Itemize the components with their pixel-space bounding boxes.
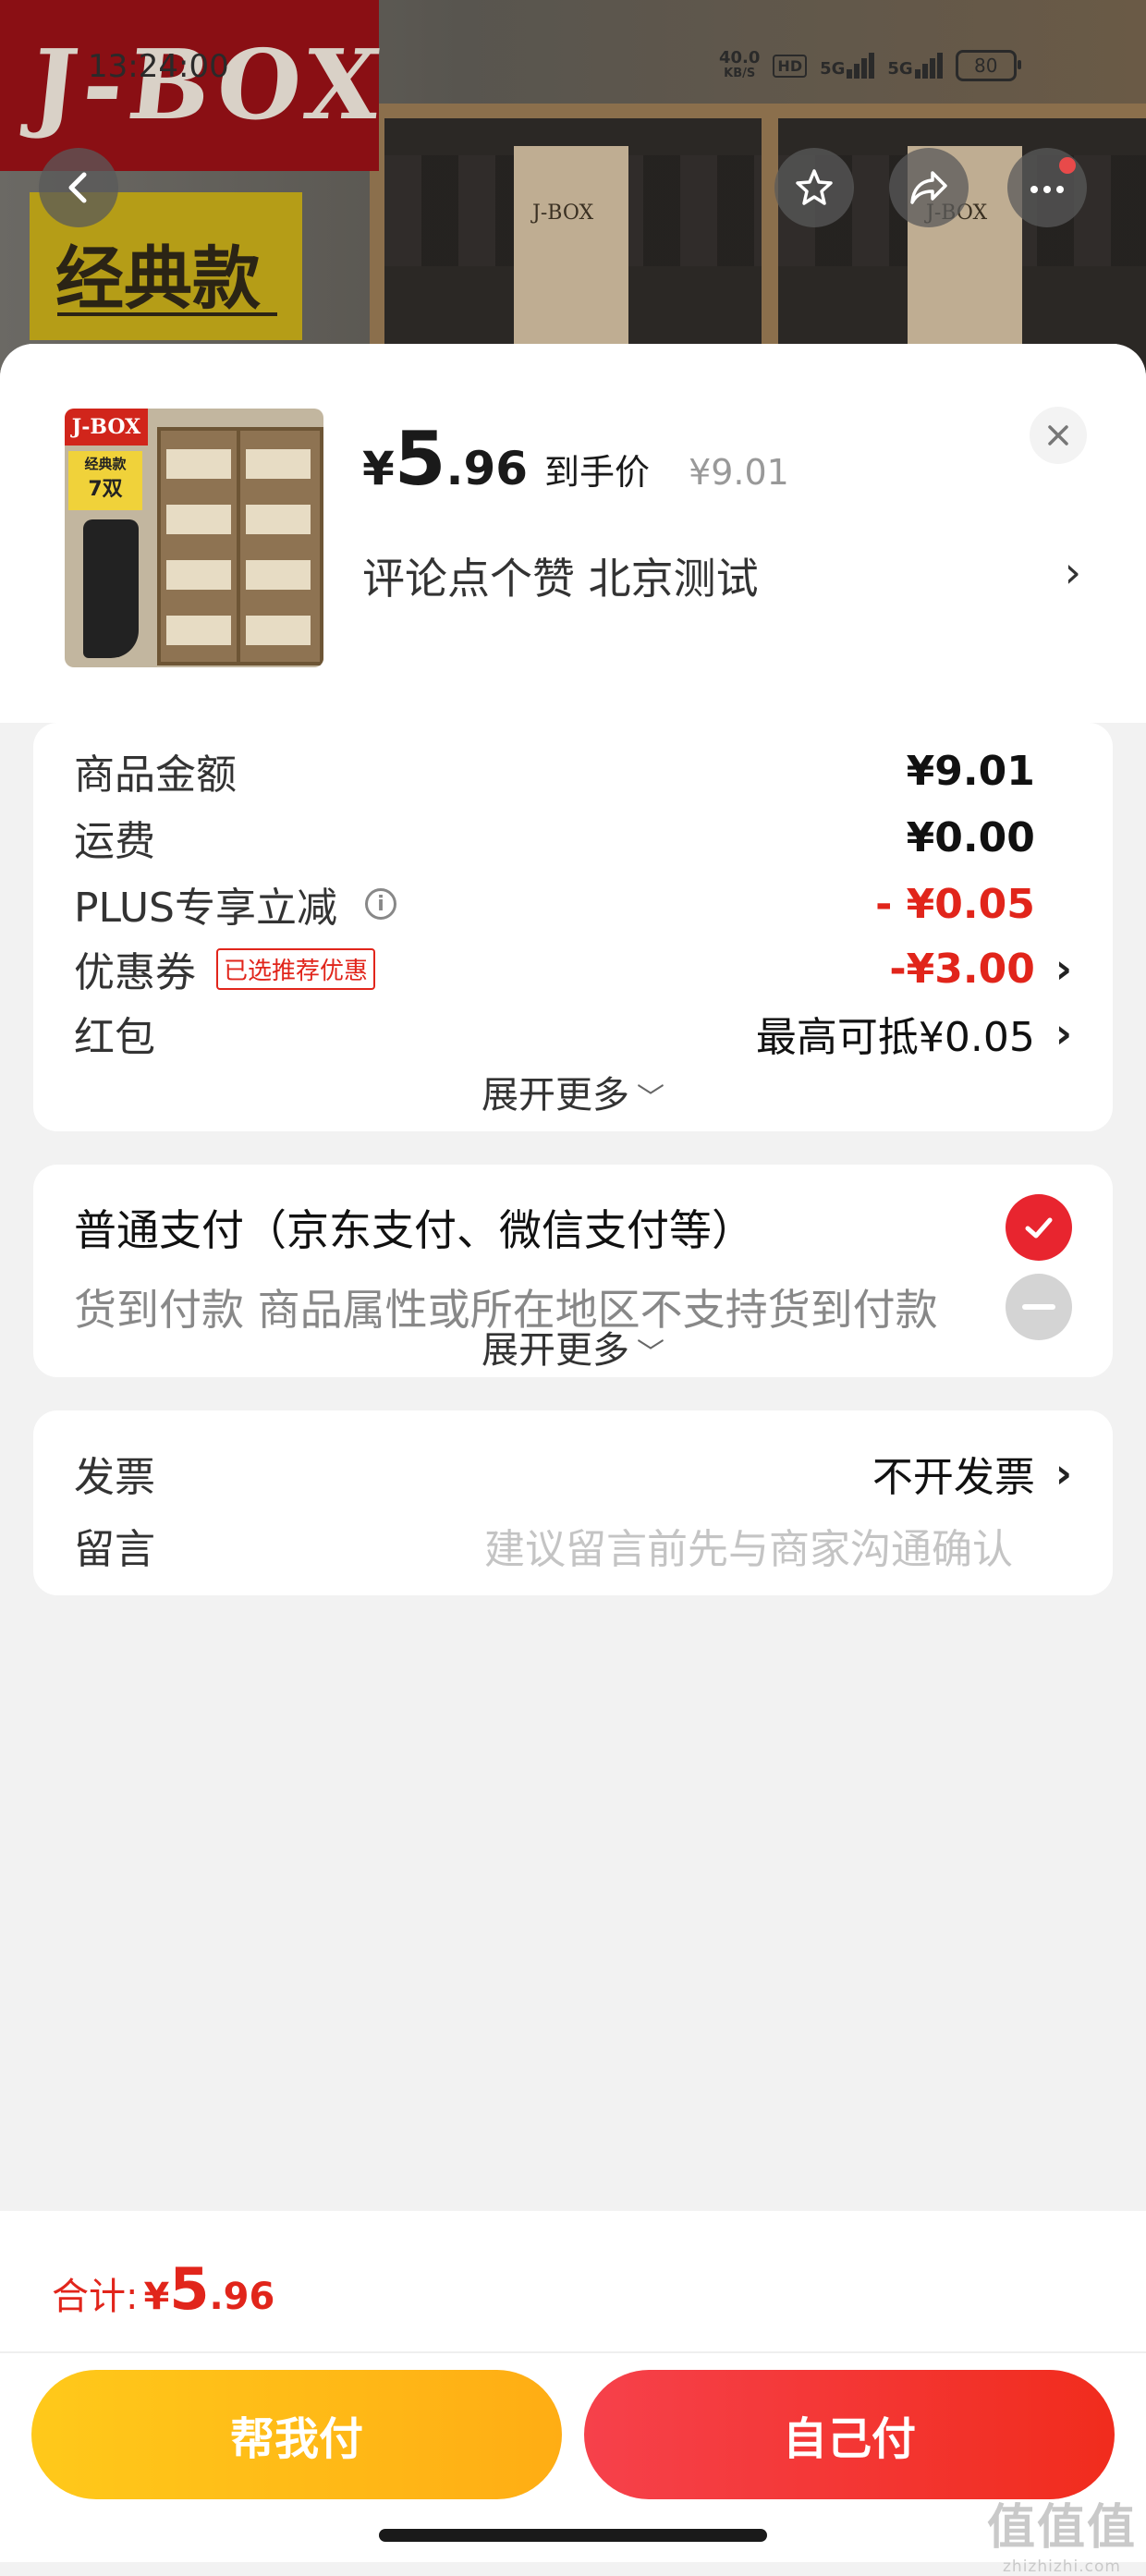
divider [0,2351,1146,2353]
cost-row-red-packet[interactable]: 红包 最高可抵¥0.05 › [74,1006,1072,1062]
total-label: 合计: [52,2276,139,2318]
invoice-row[interactable]: 发票 不开发票 › [74,1446,1072,1502]
thumb-tag: 经典款 7双 [68,451,142,510]
info-icon[interactable]: i [365,888,396,920]
order-total: 合计: ¥ 5 .96 [52,2255,275,2323]
status-time: 13:24:00 [88,48,229,85]
final-price-label: 到手价 [544,452,651,493]
star-icon[interactable] [774,148,854,227]
cost-row-shipping: 运费 ¥0.00 › [74,813,1035,866]
message-input[interactable]: 建议留言前先与商家沟通确认 [484,1516,1013,1575]
cost-breakdown-card: 商品金额 ¥9.01 › 运费 ¥0.00 › PLUS专享立减i - ¥0.0… [33,723,1113,1131]
checkmark-icon[interactable] [1006,1194,1072,1261]
watermark: 值值值 zhizhizhi.com [986,2500,1137,2576]
help-me-pay-button[interactable]: 帮我付 [31,2370,562,2499]
chevron-down-icon: ﹀ [637,1082,664,1115]
hd-icon: HD [773,54,808,78]
back-arrow-icon[interactable] [39,148,118,227]
background-product-page: J-BOX 经典款 13:24:00 40.0 KB/S HD 5G 5G 80 [0,0,1146,388]
cost-row-plus-discount: PLUS专享立减i - ¥0.05 › [74,880,1035,933]
original-price: ¥9.01 [689,452,789,493]
price-line: ¥ 5 .96 到手价 ¥9.01 [362,416,789,502]
product-header: J-BOX 经典款 7双 ¥ 5 .96 到手价 ¥9.01 评论点个赞 北京测… [0,344,1146,723]
payment-option-online[interactable]: 普通支付（京东支付、微信支付等） [74,1190,1072,1264]
more-icon[interactable] [1007,148,1087,227]
close-icon[interactable] [1030,407,1087,464]
message-row[interactable]: 留言 建议留言前先与商家沟通确认 [74,1518,1072,1573]
expand-more-button[interactable]: 展开更多 ﹀ [33,1065,1113,1118]
price-integer: 5 [394,416,446,502]
signal-icon: 5G [887,53,943,79]
pay-myself-button[interactable]: 自己付 [584,2370,1115,2499]
chevron-right-icon[interactable]: › [1055,946,1072,993]
cost-row-coupon[interactable]: 优惠券 已选推荐优惠 -¥3.00 › [74,941,1072,997]
status-icons: 40.0 KB/S HD 5G 5G 80 [719,43,1021,89]
home-indicator[interactable] [379,2529,767,2542]
notification-dot [1059,157,1076,174]
bottom-action-bar: 合计: ¥ 5 .96 帮我付 自己付 值值值 zhizhizhi.com [0,2211,1146,2576]
network-speed: 40.0 KB/S [719,48,761,81]
product-thumbnail: J-BOX 经典款 7双 [65,409,323,667]
chevron-down-icon: ﹀ [637,1337,664,1370]
share-icon[interactable] [889,148,969,227]
chevron-right-icon[interactable]: › [1065,547,1081,597]
classic-tag-text: 经典款 [55,239,261,319]
invoice-message-card: 发票 不开发票 › 留言 建议留言前先与商家沟通确认 [33,1410,1113,1595]
payment-method-card: 普通支付（京东支付、微信支付等） 货到付款 商品属性或所在地区不支持货到付款 展… [33,1165,1113,1377]
cost-row-goods: 商品金额 ¥9.01 › [74,747,1035,800]
selected-spec[interactable]: 评论点个赞 北京测试 [362,545,759,606]
expand-more-button[interactable]: 展开更多 ﹀ [33,1320,1113,1373]
signal-icon: 5G [820,53,875,79]
coupon-badge: 已选推荐优惠 [216,947,376,990]
chevron-right-icon[interactable]: › [1055,1010,1072,1057]
chevron-right-icon[interactable]: › [1055,1450,1072,1497]
battery-icon: 80 [955,50,1021,81]
price-symbol: ¥ [362,442,395,495]
price-decimal: .96 [445,442,529,495]
thumb-logo: J-BOX [65,409,148,446]
